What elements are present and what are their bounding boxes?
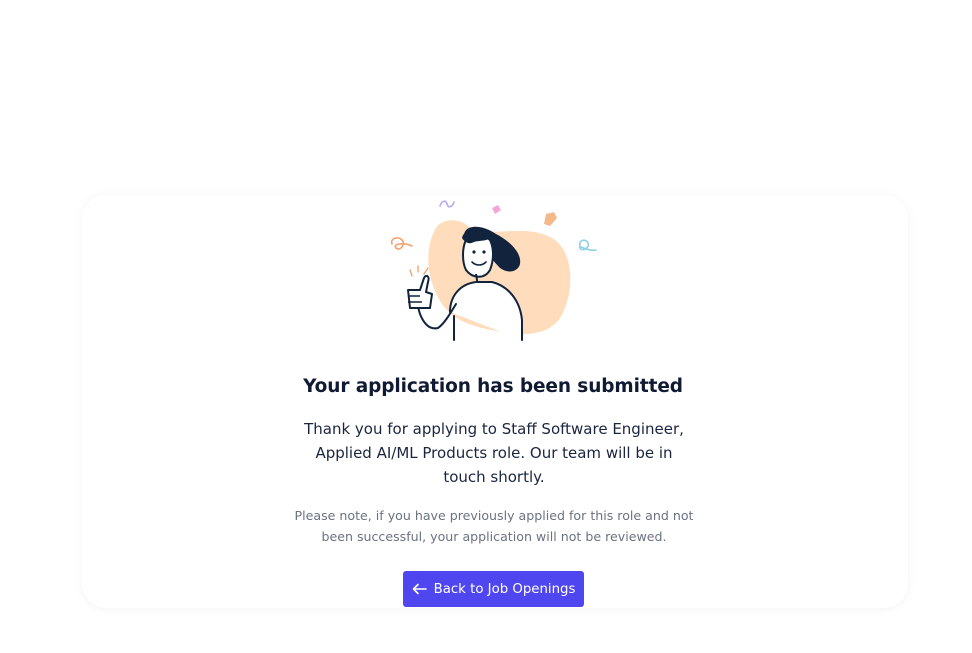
orange-confetti (544, 212, 557, 226)
arrow-left-icon (412, 583, 427, 595)
back-to-job-openings-button[interactable]: Back to Job Openings (403, 571, 584, 607)
squiggle-confetti (439, 200, 455, 208)
page-title: Your application has been submitted (303, 376, 683, 397)
back-button-label: Back to Job Openings (433, 581, 576, 597)
reapply-note: Please note, if you have previously appl… (294, 508, 694, 544)
thumbs-up-person-illustration (390, 200, 597, 341)
blue-loop-confetti (578, 239, 597, 252)
thumb-hand (407, 274, 433, 309)
confirmation-message: Thank you for applying to Staff Software… (304, 420, 684, 486)
pink-confetti (492, 205, 501, 214)
orange-loop-confetti (390, 237, 413, 250)
application-submitted-page: Your application has been submitted Than… (0, 0, 972, 653)
